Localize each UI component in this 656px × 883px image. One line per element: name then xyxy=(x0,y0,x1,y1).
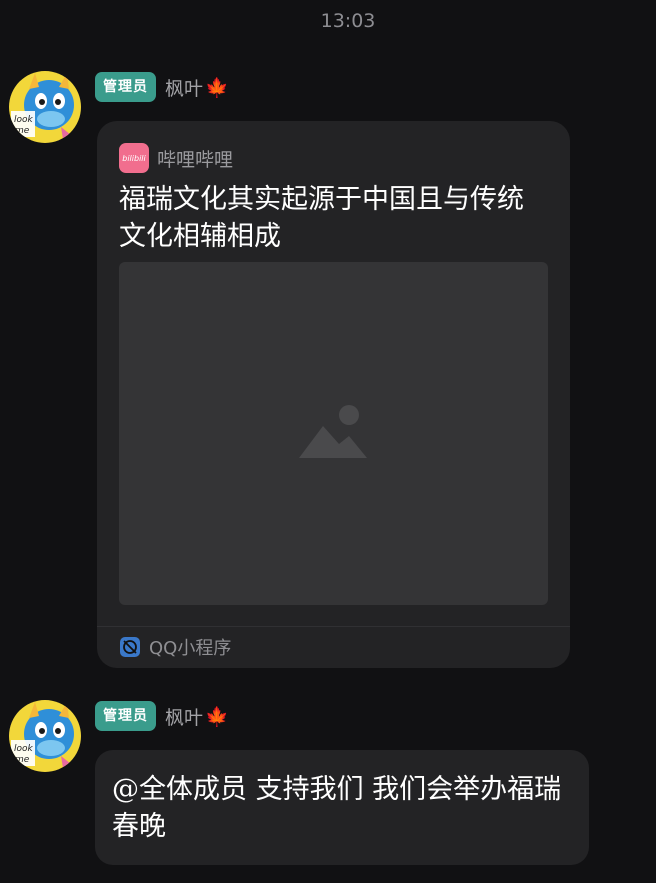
sender-info: 管理员 枫叶 🍁 xyxy=(95,72,229,102)
message-bubble[interactable]: @全体成员 支持我们 我们会举办福瑞春晚 xyxy=(95,750,589,865)
blue-dragon-avatar-icon: look me xyxy=(9,700,81,772)
card-source: bilibili 哔哩哔哩 xyxy=(119,143,233,173)
bilibili-logo-text: bilibili xyxy=(122,153,146,163)
card-footer: QQ小程序 xyxy=(119,632,231,662)
avatar-text-line-2: me xyxy=(15,126,30,136)
sender-name[interactable]: 枫叶 xyxy=(165,703,203,730)
sender-info: 管理员 枫叶 🍁 xyxy=(95,701,229,731)
mini-program-label: QQ小程序 xyxy=(149,638,232,659)
mini-program-card[interactable]: bilibili 哔哩哔哩 福瑞文化其实起源于中国且与传统文化相辅相成 QQ小程… xyxy=(97,121,570,668)
avatar-text-line-2: me xyxy=(15,755,30,765)
avatar-text-line-1: look xyxy=(14,115,34,125)
image-placeholder-icon xyxy=(299,405,367,458)
card-divider xyxy=(97,626,570,627)
admin-badge: 管理员 xyxy=(95,701,156,731)
sender-name[interactable]: 枫叶 xyxy=(165,74,203,101)
sender-avatar[interactable]: look me xyxy=(9,71,81,143)
card-title: 福瑞文化其实起源于中国且与传统文化相辅相成 xyxy=(119,184,524,252)
card-source-name: 哔哩哔哩 xyxy=(157,148,234,171)
maple-leaf-icon: 🍁 xyxy=(205,76,229,99)
bilibili-logo-icon: bilibili xyxy=(119,143,149,173)
message-timestamp: 13:03 xyxy=(320,10,376,32)
admin-badge: 管理员 xyxy=(95,72,156,102)
maple-leaf-icon: 🍁 xyxy=(205,705,229,728)
avatar-text-line-1: look xyxy=(14,744,34,754)
blue-dragon-avatar-icon: look me xyxy=(9,71,81,143)
qq-mini-program-icon xyxy=(120,637,140,657)
message-text: @全体成员 支持我们 我们会举办福瑞春晚 xyxy=(112,774,562,842)
sender-avatar[interactable]: look me xyxy=(9,700,81,772)
card-image[interactable] xyxy=(119,262,548,605)
